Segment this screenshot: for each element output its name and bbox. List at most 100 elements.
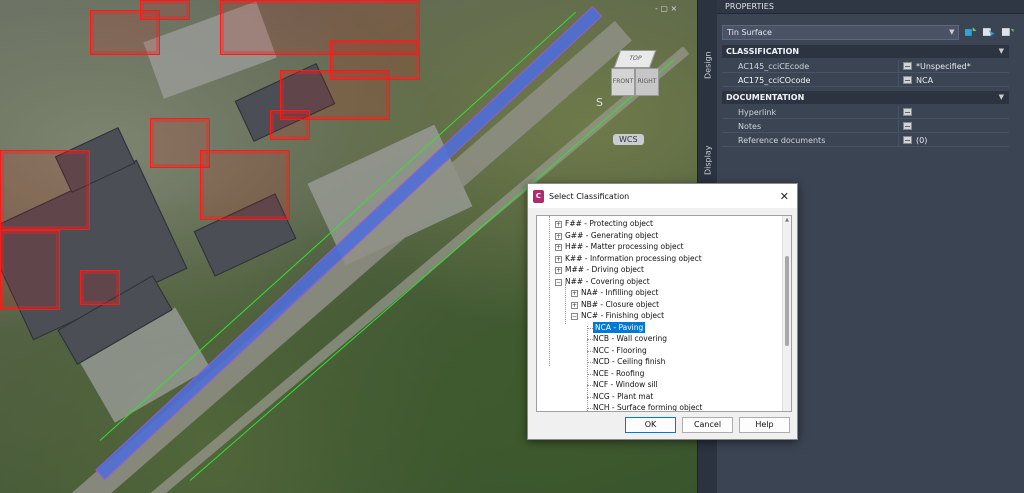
building-wireframe[interactable] <box>80 270 120 305</box>
section-documentation-label: DOCUMENTATION <box>726 93 805 102</box>
building-wireframe[interactable] <box>140 0 190 20</box>
property-value[interactable] <box>899 120 1009 132</box>
table-icon <box>903 136 912 144</box>
tree-item-label: NCH - Surface forming object <box>593 403 703 412</box>
tree-item[interactable]: + M## - Driving object <box>555 264 644 275</box>
expand-icon[interactable]: + <box>571 290 578 297</box>
close-icon[interactable]: ✕ <box>780 190 789 203</box>
tree-item-label: H## - Matter processing object <box>565 242 684 251</box>
ok-button[interactable]: OK <box>625 417 676 433</box>
quick-select-icon[interactable] <box>964 26 978 38</box>
help-button[interactable]: Help <box>739 417 790 433</box>
tree-guide-line <box>565 284 566 324</box>
table-icon <box>903 108 912 116</box>
expand-icon[interactable]: + <box>555 255 562 263</box>
tree-item[interactable]: NCD - Ceiling finish <box>593 356 665 367</box>
tree-item-label: NC# - Finishing object <box>581 311 665 320</box>
tree-item-label: NA# - Infilling object <box>581 288 659 297</box>
building-wireframe[interactable] <box>0 230 60 310</box>
tree-item[interactable]: NCG - Plant mat <box>593 391 653 402</box>
tree-item[interactable]: NCE - Roofing <box>593 368 644 379</box>
scroll-thumb[interactable] <box>785 256 789 346</box>
building-wireframe[interactable] <box>200 150 290 220</box>
expand-icon[interactable]: + <box>555 221 562 228</box>
expand-icon[interactable]: + <box>555 232 562 240</box>
tree-item-label: NCF - Window sill <box>593 380 658 389</box>
tree-item-label: NCA - Paving <box>595 322 644 332</box>
tree-item[interactable]: − N## - Covering object <box>555 276 650 287</box>
tree-item[interactable]: NCF - Window sill <box>593 379 658 390</box>
cancel-button[interactable]: Cancel <box>682 417 733 433</box>
property-row-ac175[interactable]: AC175_cciCOcode NCA <box>722 74 1009 87</box>
tree-item-label: NCD - Ceiling finish <box>593 357 666 366</box>
properties-toolbar: Tin Surface ▼ <box>722 24 1014 40</box>
viewcube-top-face[interactable]: TOP <box>613 50 657 68</box>
tree-guide-line <box>549 216 550 366</box>
dialog-titlebar[interactable]: C Select Classification ✕ <box>528 184 797 208</box>
toggle-pickadd-icon[interactable] <box>1001 26 1015 38</box>
tree-item[interactable]: NCH - Surface forming object <box>593 402 703 412</box>
tree-item-label: NB# - Closure object <box>581 299 660 309</box>
property-row-reference-documents[interactable]: Reference documents (0) <box>722 134 1009 147</box>
tree-item[interactable]: − NC# - Finishing object <box>571 310 664 321</box>
tree-item-label: F## - Protecting object <box>565 219 653 228</box>
tree-item[interactable]: NCA - Paving <box>593 321 646 333</box>
tree-item[interactable]: + K## - Information processing object <box>555 253 702 264</box>
tree-item[interactable]: NCB - Wall covering <box>593 333 667 344</box>
property-name: Notes <box>722 120 899 132</box>
section-documentation[interactable]: DOCUMENTATION ▼ <box>722 91 1009 104</box>
chevron-down-icon: ▼ <box>949 27 955 36</box>
tab-design[interactable]: Design <box>699 40 717 90</box>
property-name: AC145_cciCEcode <box>722 60 899 72</box>
collapse-icon[interactable]: − <box>571 313 578 320</box>
tree-scrollbar[interactable]: ▲ <box>782 216 791 411</box>
expand-icon[interactable]: + <box>571 301 578 309</box>
collapse-icon[interactable]: − <box>555 278 562 286</box>
property-value[interactable]: (0) <box>899 134 1009 146</box>
tree-item[interactable]: + H## - Matter processing object <box>555 241 684 252</box>
building-wireframe[interactable] <box>270 110 310 140</box>
viewcube-front-face[interactable]: FRONT <box>611 68 635 96</box>
property-value[interactable]: *Unspecified* <box>899 60 1009 72</box>
tree-item-label: NCE - Roofing <box>593 368 645 378</box>
viewcube-right-face[interactable]: RIGHT <box>635 68 659 96</box>
table-icon <box>903 62 912 70</box>
tree-item-label: NCC - Flooring <box>593 345 647 355</box>
app-logo-icon: C <box>533 189 544 203</box>
property-row-ac145[interactable]: AC145_cciCEcode *Unspecified* <box>722 60 1009 73</box>
expand-icon[interactable]: + <box>555 267 562 274</box>
tree-item-label: N## - Covering object <box>565 276 650 286</box>
building-wireframe[interactable] <box>0 150 90 230</box>
expand-icon[interactable]: + <box>555 244 562 251</box>
viewcube[interactable]: TOP FRONT RIGHT <box>607 50 663 106</box>
property-value[interactable]: NCA <box>899 74 1009 86</box>
compass-south-label[interactable]: S <box>596 96 603 109</box>
viewport-controls[interactable]: - ▢ × <box>655 4 677 13</box>
section-classification[interactable]: CLASSIFICATION ▼ <box>722 45 1009 58</box>
tree-item[interactable]: + NB# - Closure object <box>571 299 659 310</box>
tree-item[interactable]: + NA# - Infilling object <box>571 287 658 298</box>
property-value[interactable] <box>899 106 1009 118</box>
tree-item[interactable]: NCC - Flooring <box>593 345 647 356</box>
building-wireframe[interactable] <box>330 40 420 80</box>
tree-item[interactable]: + F## - Protecting object <box>555 218 653 229</box>
property-row-hyperlink[interactable]: Hyperlink <box>722 106 1009 119</box>
select-classification-dialog: C Select Classification ✕ ▲ + F## - Prote… <box>527 183 798 440</box>
property-value-text: *Unspecified* <box>916 61 971 71</box>
tab-display[interactable]: Display <box>699 135 717 185</box>
table-icon <box>903 76 912 84</box>
wcs-menu[interactable]: WCS <box>613 134 644 145</box>
tree-item-label: M## - Driving object <box>565 265 644 274</box>
property-row-notes[interactable]: Notes <box>722 120 1009 133</box>
collapse-icon: ▼ <box>998 93 1004 101</box>
object-type-select[interactable]: Tin Surface ▼ <box>722 24 959 40</box>
tree-item[interactable]: + G## - Generating object <box>555 230 658 241</box>
classification-tree[interactable]: ▲ + F## - Protecting object + G## - Generat… <box>536 215 792 412</box>
property-name: Hyperlink <box>722 106 899 118</box>
tree-item-label: K## - Information processing object <box>565 253 702 263</box>
tree-item-label: NCG - Plant mat <box>593 391 654 401</box>
panel-title: PROPERTIES <box>717 0 1024 14</box>
scroll-up-icon[interactable]: ▲ <box>783 216 791 225</box>
select-objects-icon[interactable] <box>982 26 996 38</box>
table-icon <box>903 122 912 130</box>
